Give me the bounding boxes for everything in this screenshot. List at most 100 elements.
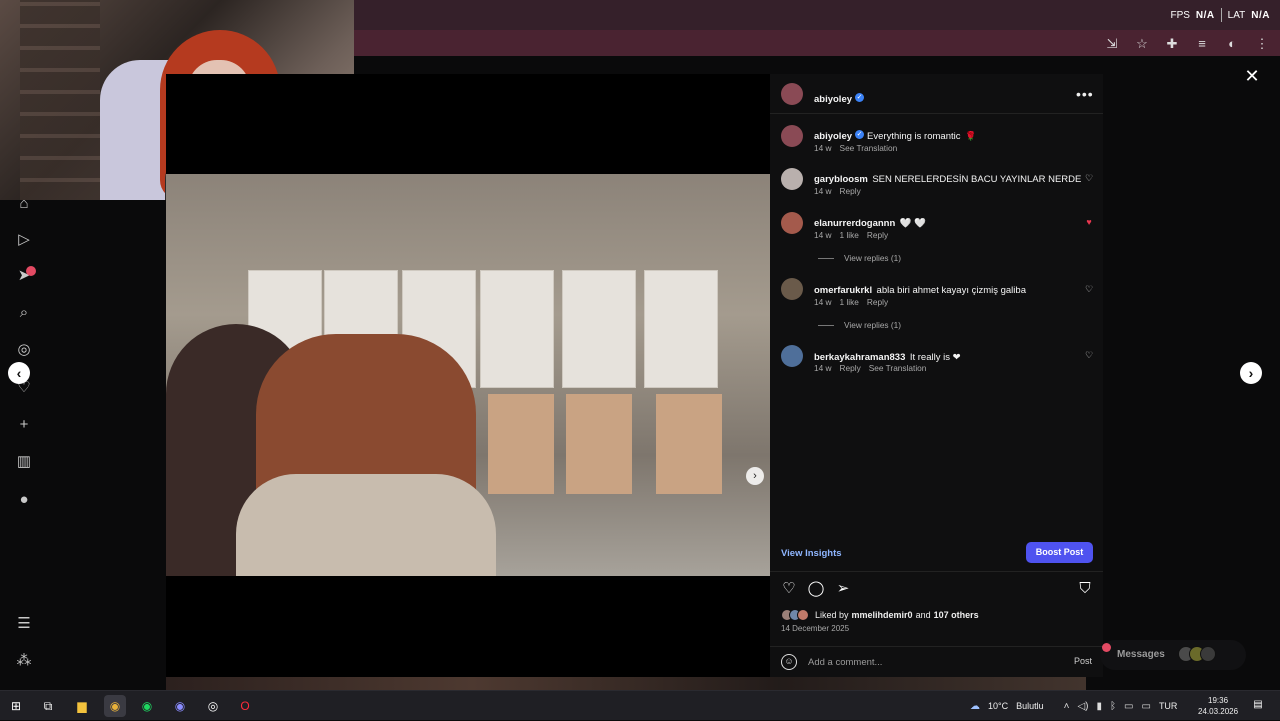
comment-like-icon[interactable]: ♡ [1084, 173, 1094, 183]
lat-value: N/A [1251, 9, 1270, 21]
carousel-next-icon[interactable]: › [746, 467, 764, 485]
profile-icon[interactable]: ◐ [1224, 36, 1240, 52]
system-tray: ☁ 10°C Bulutlu ˄ ◁) ▮ ᛒ ▭ ▭ TUR [970, 691, 1177, 721]
clock-date: 24.03.2026 [1198, 707, 1239, 716]
weather-temp[interactable]: 10°C [988, 701, 1008, 711]
weather-text[interactable]: Bulutlu [1016, 701, 1044, 711]
commenter-avatar[interactable] [781, 278, 803, 300]
discord-icon[interactable]: ◉ [169, 695, 191, 717]
notifications-icon[interactable]: ▤ [1250, 697, 1266, 713]
comment-likes[interactable]: 1 like [840, 230, 859, 240]
fps-value: N/A [1195, 9, 1215, 21]
browser-menu-icon[interactable]: ⋮ [1254, 36, 1270, 52]
commenter-avatar[interactable] [781, 345, 803, 367]
liked-by-row: Liked by mmelihdemir0 and 107 others [781, 609, 979, 621]
also-from-meta-icon[interactable]: ⁂ [14, 651, 34, 671]
spotify-icon[interactable]: ◉ [136, 695, 158, 717]
battery-icon[interactable]: ▭ [1141, 701, 1150, 712]
liked-by-others[interactable]: 107 others [934, 610, 979, 620]
bookmark-star-icon[interactable]: ☆ [1134, 36, 1150, 52]
view-replies-label[interactable]: View replies (1) [844, 320, 901, 330]
reply-link[interactable]: Reply [840, 186, 861, 196]
microphone-icon[interactable]: ▮ [1097, 701, 1103, 712]
messages-pill[interactable]: Messages [1100, 640, 1246, 670]
network-icon[interactable]: ▭ [1124, 701, 1133, 712]
author-avatar[interactable] [781, 83, 803, 105]
rose-emoji-icon: 🌹 [964, 131, 977, 141]
comment-username[interactable]: omerfarukrkl [814, 285, 872, 296]
opera-icon[interactable]: O [234, 695, 256, 717]
actions-divider [770, 571, 1103, 572]
more-options-icon[interactable]: ••• [1076, 86, 1094, 102]
comment-liked-heart-icon[interactable]: ♥ [1084, 217, 1094, 227]
comment-bubble-icon[interactable]: ◯ [807, 580, 825, 598]
save-bookmark-icon[interactable]: ⛉ [1076, 580, 1094, 598]
comment-likes[interactable]: 1 like [840, 297, 859, 307]
verified-badge-icon: ✓ [855, 130, 865, 140]
post-media-pane: › [166, 74, 770, 677]
comment-username[interactable]: garybloosm [814, 174, 868, 185]
wall-paper [566, 394, 632, 494]
previous-post-button[interactable]: ‹ [8, 362, 30, 384]
messages-badge [1102, 643, 1111, 652]
author-username[interactable]: abiyoley [814, 94, 852, 105]
commenter-avatar[interactable] [781, 168, 803, 190]
author-avatar[interactable] [781, 125, 803, 147]
reply-link[interactable]: Reply [867, 230, 888, 240]
explore-icon[interactable]: ◎ [14, 340, 34, 360]
share-icon[interactable]: ➢ [834, 580, 852, 598]
comment-username[interactable]: elanurrerdogannn [814, 218, 895, 229]
reels-icon[interactable]: ▷ [14, 230, 34, 250]
file-explorer-icon[interactable]: ▆ [71, 695, 93, 717]
caption-username[interactable]: abiyoley [814, 131, 852, 142]
comment-username[interactable]: berkaykahraman833 [814, 352, 905, 363]
install-app-icon[interactable]: ⇲ [1104, 36, 1120, 52]
reply-link[interactable]: Reply [840, 363, 861, 373]
comment-like-icon[interactable]: ♡ [1084, 284, 1094, 294]
liked-by-user[interactable]: mmelihdemir0 [852, 610, 913, 620]
view-replies[interactable]: View replies (1) [818, 320, 901, 330]
see-translation-link[interactable]: See Translation [869, 363, 927, 373]
boost-post-button[interactable]: Boost Post [1026, 542, 1093, 563]
message-avatar [1200, 646, 1216, 662]
chrome-icon[interactable]: ◉ [104, 695, 126, 717]
reply-link[interactable]: Reply [867, 297, 888, 307]
search-icon[interactable]: ⌕ [14, 303, 34, 323]
close-icon[interactable]: ✕ [1242, 66, 1262, 86]
comment-input[interactable] [806, 652, 1036, 672]
comment-text: SEN NERELERDESİN BACU YAYINLAR NERDE [872, 174, 1082, 185]
volume-icon[interactable]: ◁) [1077, 701, 1088, 712]
language-indicator[interactable]: TUR [1159, 701, 1178, 711]
task-view-icon[interactable]: ⧉ [37, 695, 59, 717]
emoji-icon[interactable]: ☺ [781, 654, 797, 670]
comment-like-icon[interactable]: ♡ [1084, 350, 1094, 360]
wall-drawing [480, 270, 554, 388]
reading-list-icon[interactable]: ≡ [1194, 36, 1210, 52]
wall-paper [488, 394, 554, 494]
like-heart-icon[interactable]: ♡ [780, 580, 798, 598]
create-icon[interactable]: + [14, 415, 34, 435]
see-translation-link[interactable]: See Translation [840, 143, 898, 153]
windows-start-icon[interactable]: ⊞ [5, 695, 27, 717]
bluetooth-icon[interactable]: ᛒ [1110, 701, 1116, 712]
view-replies[interactable]: View replies (1) [818, 253, 901, 263]
caption-text: Everything is romantic [867, 131, 961, 142]
view-replies-label[interactable]: View replies (1) [844, 253, 901, 263]
replies-line [818, 324, 834, 326]
commenter-avatar[interactable] [781, 212, 803, 234]
post-comment-button[interactable]: Post [1074, 656, 1092, 666]
extensions-icon[interactable]: ✚ [1164, 36, 1180, 52]
chevron-up-icon[interactable]: ˄ [1064, 701, 1070, 712]
left-sidebar: ⌂ ▷ ➤ ⌕ ◎ ♡ + ▥ ● ☰ ⁂ [0, 190, 48, 680]
obs-icon[interactable]: ◎ [202, 695, 224, 717]
comment-text: abla biri ahmet kayayı çizmiş galiba [876, 285, 1026, 296]
profile-avatar-icon[interactable]: ● [14, 490, 34, 510]
view-insights-link[interactable]: View Insights [781, 548, 842, 559]
caption-age: 14 w [814, 143, 832, 153]
next-post-button[interactable]: › [1240, 362, 1262, 384]
dashboard-icon[interactable]: ▥ [14, 452, 34, 472]
more-menu-icon[interactable]: ☰ [14, 614, 34, 634]
comment-age: 14 w [814, 186, 832, 196]
clock[interactable]: 19:36 24.03.2026 [1198, 695, 1238, 717]
liked-by-prefix: Liked by [815, 610, 849, 620]
